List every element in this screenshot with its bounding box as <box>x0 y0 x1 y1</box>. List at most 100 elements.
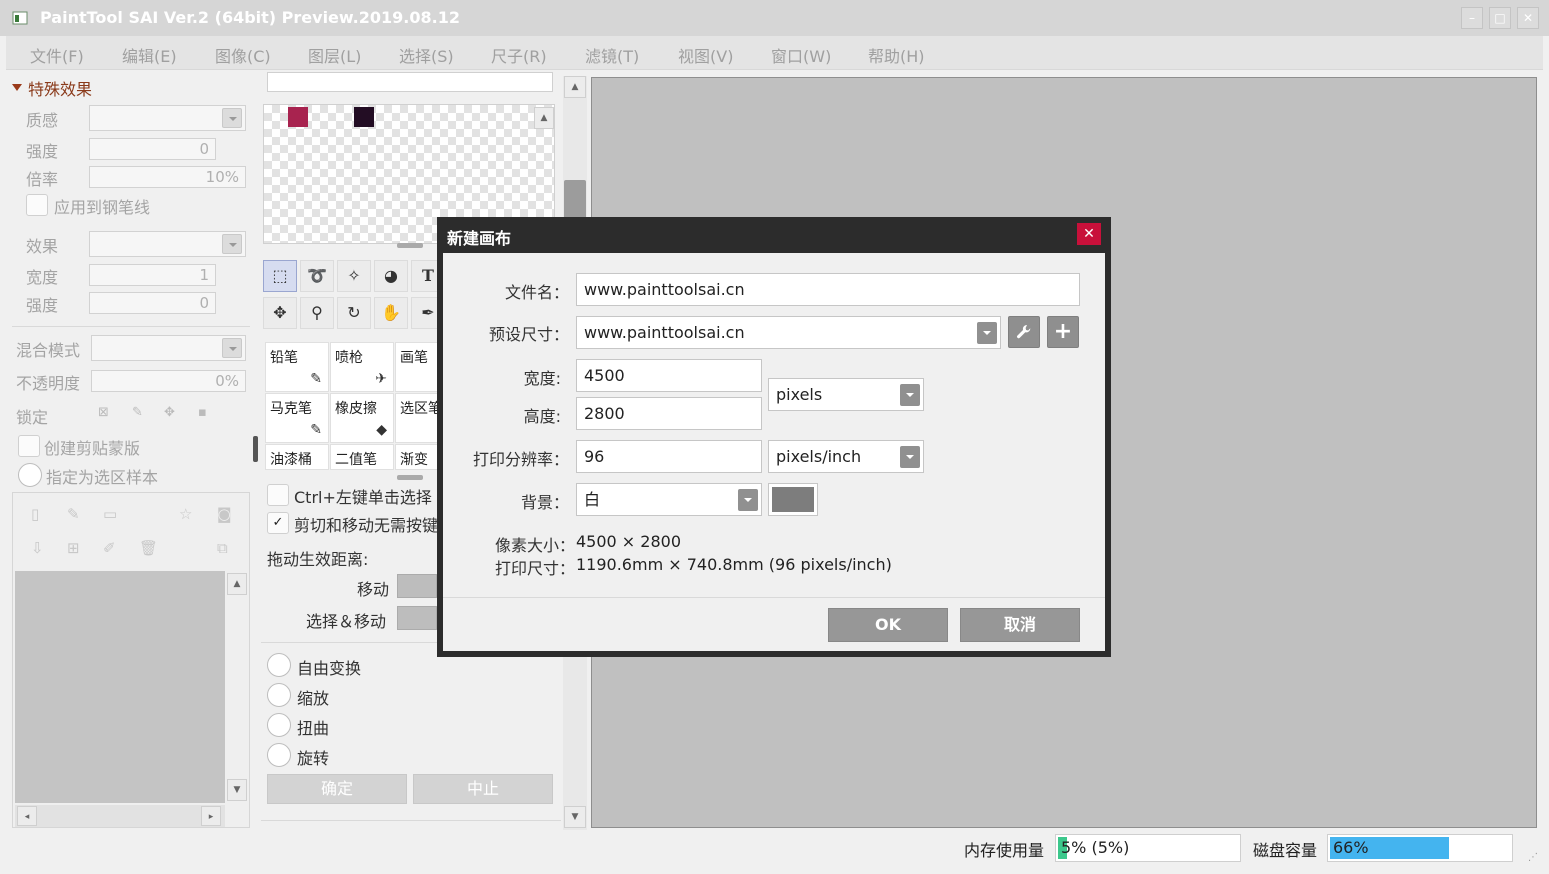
brush-pencil[interactable]: 铅笔 ✎ <box>265 342 329 392</box>
shape-tool[interactable]: ◕ <box>374 260 408 292</box>
color-slider[interactable] <box>267 72 553 92</box>
rect-select-tool[interactable]: ⬚ <box>263 260 297 292</box>
layer-mask-icon[interactable]: ◙ <box>217 505 232 523</box>
hand-tool[interactable]: ✋ <box>374 297 408 329</box>
cancel-button[interactable]: 取消 <box>960 608 1080 642</box>
height-input[interactable]: 2800 <box>576 397 762 430</box>
effects-header[interactable]: 特殊效果 <box>28 76 92 100</box>
menu-layer[interactable]: 图层(L) <box>308 43 361 67</box>
panel-splitter-handle[interactable] <box>253 436 258 462</box>
scale-input[interactable]: 10% <box>89 166 246 188</box>
merge-down-icon[interactable]: ⇩ <box>31 539 44 557</box>
menu-window[interactable]: 窗口(W) <box>771 43 831 67</box>
filename-input[interactable]: www.painttoolsai.cn <box>576 273 1080 306</box>
brush-airbrush[interactable]: 喷枪 ✈ <box>330 342 394 392</box>
mask-icon[interactable]: ☆ <box>179 505 192 523</box>
scroll-down-arrow[interactable]: ▼ <box>227 779 247 801</box>
free-transform-radio[interactable] <box>267 653 291 677</box>
rotate-radio[interactable] <box>267 743 291 767</box>
texture-select[interactable] <box>89 105 246 131</box>
maximize-button[interactable]: □ <box>1489 7 1511 29</box>
swatch-dark[interactable] <box>354 107 374 127</box>
resolution-input[interactable]: 96 <box>576 440 762 473</box>
lasso-tool[interactable]: ➰ <box>300 260 334 292</box>
layer-list[interactable] <box>15 571 225 803</box>
brush-marker[interactable]: 马克笔 ✎ <box>265 393 329 443</box>
add-preset-button[interactable]: + <box>1047 316 1079 348</box>
resize-grip-icon[interactable]: ⋰ <box>1528 852 1538 863</box>
swatch-fill <box>772 487 814 512</box>
rotate-tool[interactable]: ↻ <box>337 297 371 329</box>
transform-ok-button[interactable]: 确定 <box>267 774 407 804</box>
lock-transparency-icon[interactable]: ⊠ <box>98 405 109 420</box>
chevron-down-icon <box>977 322 997 344</box>
menu-ruler[interactable]: 尺子(R) <box>491 43 547 67</box>
distort-radio[interactable] <box>267 713 291 737</box>
apply-pen-checkbox[interactable] <box>26 194 48 216</box>
collapse-arrow-icon[interactable] <box>12 84 22 91</box>
strength-input[interactable]: 0 <box>89 138 216 160</box>
background-color-swatch[interactable] <box>768 483 818 516</box>
layer-props-icon[interactable]: ⧉ <box>217 539 228 557</box>
splitter-handle[interactable] <box>397 243 423 248</box>
horizontal-scrollbar[interactable] <box>15 805 225 827</box>
brush-eraser[interactable]: 橡皮擦 ◆ <box>330 393 394 443</box>
brush-binary-pen[interactable]: 二值笔 <box>330 444 394 470</box>
preset-select[interactable]: www.painttoolsai.cn <box>576 316 1001 349</box>
scroll-up-arrow[interactable]: ▲ <box>534 107 554 129</box>
scale-radio[interactable] <box>267 683 291 707</box>
blend-mode-select[interactable] <box>91 335 246 361</box>
cut-move-checkbox[interactable]: ✓ <box>267 512 289 534</box>
clipping-checkbox[interactable] <box>18 435 40 457</box>
zoom-tool[interactable]: ⚲ <box>300 297 334 329</box>
transform-abort-button[interactable]: 中止 <box>413 774 553 804</box>
scrollbar-thumb[interactable] <box>564 180 586 220</box>
swatch-crimson[interactable] <box>288 107 308 127</box>
move-distance-slider[interactable] <box>397 574 437 598</box>
size-unit-select[interactable]: pixels <box>768 378 924 411</box>
menu-filter[interactable]: 滤镜(T) <box>585 43 639 67</box>
scroll-up-arrow[interactable]: ▲ <box>564 76 586 98</box>
selection-source-radio[interactable] <box>18 463 42 487</box>
move-tool[interactable]: ✥ <box>263 297 297 329</box>
new-folder-icon[interactable]: ▭ <box>103 505 117 523</box>
menu-view[interactable]: 视图(V) <box>678 43 733 67</box>
preset-settings-button[interactable] <box>1008 316 1040 348</box>
scroll-down-arrow[interactable]: ▼ <box>564 806 586 828</box>
trash-icon[interactable]: 🗑 <box>139 539 158 557</box>
menu-help[interactable]: 帮助(H) <box>868 43 925 67</box>
new-layer-icon[interactable]: ▯ <box>31 505 39 523</box>
clear-icon[interactable]: ✐ <box>103 539 116 557</box>
menu-image[interactable]: 图像(C) <box>215 43 271 67</box>
lock-all-icon[interactable]: ▪ <box>198 405 207 420</box>
lock-paint-icon[interactable]: ✎ <box>132 405 143 420</box>
width-input[interactable]: 4500 <box>576 359 762 392</box>
effect-strength-input[interactable]: 0 <box>89 292 216 314</box>
scroll-up-arrow[interactable]: ▲ <box>227 573 247 595</box>
preset-label: 预设尺寸： <box>488 325 569 344</box>
effect-select[interactable] <box>89 231 246 257</box>
splitter-handle[interactable] <box>397 475 423 480</box>
close-button[interactable]: ✕ <box>1517 7 1539 29</box>
opacity-input[interactable]: 0% <box>91 370 246 392</box>
menu-file[interactable]: 文件(F) <box>30 43 84 67</box>
brush-bucket[interactable]: 油漆桶 <box>265 444 329 470</box>
magic-wand-tool[interactable]: ✧ <box>337 260 371 292</box>
new-vector-layer-icon[interactable]: ✎ <box>67 505 80 523</box>
ok-button[interactable]: OK <box>828 608 948 642</box>
background-select[interactable]: 白 <box>576 483 762 516</box>
scroll-right-arrow[interactable]: ▸ <box>201 806 221 826</box>
effect-width-input[interactable]: 1 <box>89 264 216 286</box>
select-move-distance-slider[interactable] <box>397 606 437 630</box>
strength2-label: 强度 <box>26 296 59 315</box>
menu-edit[interactable]: 编辑(E) <box>122 43 177 67</box>
resolution-unit-select[interactable]: pixels/inch <box>768 440 924 473</box>
add-icon[interactable]: ⊞ <box>67 539 80 557</box>
menu-select[interactable]: 选择(S) <box>399 43 454 67</box>
minimize-button[interactable]: – <box>1461 7 1483 29</box>
scroll-left-arrow[interactable]: ◂ <box>17 806 37 826</box>
dialog-close-button[interactable]: ✕ <box>1077 223 1101 245</box>
lock-move-icon[interactable]: ✥ <box>164 405 175 420</box>
ctrl-click-checkbox[interactable] <box>267 484 289 506</box>
divider <box>261 820 561 821</box>
